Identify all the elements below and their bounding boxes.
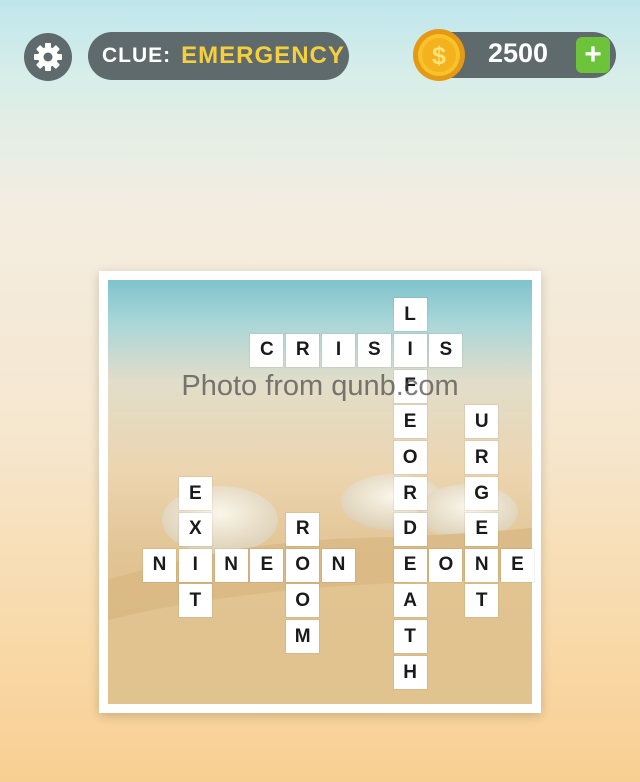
letter-tile: N: [465, 548, 499, 582]
letter-tile: O: [286, 584, 320, 618]
letter-tile: E: [393, 548, 427, 582]
letter-tile: E: [178, 477, 212, 510]
svg-text:$: $: [432, 42, 446, 70]
letter-tile: A: [393, 584, 427, 618]
letter-tile: M: [286, 620, 320, 654]
letter-tile: E: [465, 512, 499, 546]
letter-tile: S: [429, 333, 463, 367]
clue-word: EMERGENCY: [181, 42, 345, 69]
letter-tile: R: [393, 477, 427, 510]
letter-tile: T: [465, 584, 499, 618]
letter-tile: O: [429, 548, 463, 582]
letter-tile: C: [250, 333, 284, 367]
gear-icon: [34, 43, 62, 71]
letter-tile: U: [465, 405, 499, 439]
letter-tile: N: [143, 548, 176, 582]
clue-label: CLUE:: [102, 44, 172, 67]
letter-tile: I: [393, 333, 427, 367]
letter-tile: R: [286, 512, 320, 546]
letter-tile: T: [178, 584, 212, 618]
letter-tile: X: [178, 512, 212, 546]
settings-button[interactable]: [24, 33, 72, 81]
coin-icon: $: [413, 29, 465, 81]
letter-tile: R: [286, 333, 320, 367]
letter-tile: O: [393, 441, 427, 475]
letter-tile: N: [214, 548, 248, 582]
letter-tile: N: [322, 548, 355, 582]
letter-tile: S: [357, 333, 391, 367]
letter-tile: H: [393, 656, 427, 689]
letter-tile: E: [393, 405, 427, 439]
letter-tile: G: [465, 477, 499, 510]
letter-tile: E: [250, 548, 284, 582]
letter-tile: D: [393, 512, 427, 546]
letter-tile: E: [501, 548, 534, 582]
add-coins-button[interactable]: +: [576, 37, 610, 73]
letter-tile: F: [393, 369, 427, 403]
letter-tile: L: [393, 298, 427, 331]
letter-tile: I: [322, 333, 355, 367]
coin-count: 2500: [487, 38, 549, 68]
letter-tile: R: [465, 441, 499, 475]
letter-tile: O: [286, 548, 320, 582]
clue-bar: CLUE: EMERGENCY: [88, 32, 349, 80]
letter-tile: I: [178, 548, 212, 582]
letter-tile: T: [393, 620, 427, 654]
